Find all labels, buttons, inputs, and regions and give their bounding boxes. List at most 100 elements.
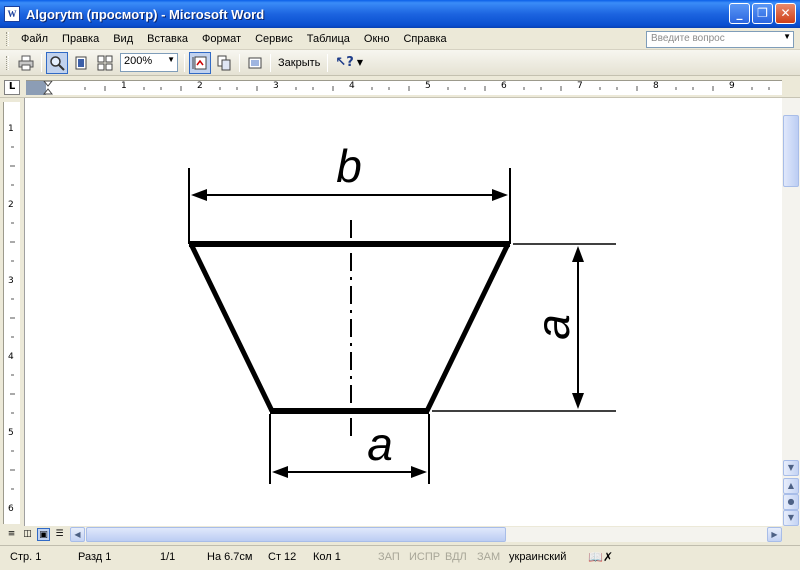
hruler-label: 8	[653, 81, 659, 91]
horizontal-ruler-ticks	[84, 86, 770, 91]
arrowhead	[492, 189, 508, 201]
close-window-button[interactable]: ✕	[775, 3, 796, 24]
print-button[interactable]	[15, 52, 37, 74]
indent-marker-icon[interactable]	[43, 81, 53, 95]
full-screen-icon	[248, 57, 262, 68]
hruler-label: 7	[577, 81, 583, 91]
word-app-icon[interactable]: W	[4, 6, 20, 22]
normal-view-button[interactable]: ≡	[5, 528, 18, 541]
menu-edit[interactable]: Правка	[55, 31, 106, 47]
toolbar-separator	[239, 53, 240, 72]
next-page-button[interactable]: ▼	[783, 510, 799, 526]
hruler-label: 4	[349, 81, 355, 91]
minimize-button[interactable]: _	[729, 3, 750, 24]
menu-window[interactable]: Окно	[357, 31, 397, 47]
multiple-pages-button[interactable]	[94, 52, 116, 74]
status-track-changes[interactable]: ИСПР	[409, 551, 440, 563]
toolbar-separator	[270, 53, 271, 72]
status-position: На 6.7см	[207, 551, 253, 563]
arrowhead	[572, 246, 584, 262]
vertical-scrollbar[interactable]: ▼ ▲ ● ▼	[782, 98, 800, 526]
menu-tools[interactable]: Сервис	[248, 31, 300, 47]
print-layout-button[interactable]: ▣	[37, 528, 50, 541]
status-language[interactable]: украинский	[509, 551, 566, 563]
status-extend-selection[interactable]: ВДЛ	[445, 551, 467, 563]
magnifier-button[interactable]	[46, 51, 68, 74]
hruler-label: 2	[197, 81, 203, 91]
document-page[interactable]: b a a	[24, 98, 782, 526]
status-page: Стр. 1	[10, 551, 42, 563]
horizontal-scroll-row: ≡ ◫ ▣ ☰ ◀ ▶	[0, 526, 800, 543]
toolbar-separator	[327, 53, 329, 72]
shrink-to-fit-button[interactable]	[213, 52, 235, 74]
view-ruler-button[interactable]	[189, 51, 211, 74]
shrink-to-fit-icon	[217, 55, 231, 70]
scroll-right-button[interactable]: ▶	[767, 527, 782, 542]
arrowhead	[572, 393, 584, 409]
scroll-down-button[interactable]: ▼	[783, 460, 799, 476]
select-browse-object-button[interactable]: ●	[783, 494, 799, 510]
arrowhead	[411, 466, 427, 478]
zoom-value: 200%	[124, 55, 153, 67]
vertical-scroll-thumb[interactable]	[783, 115, 799, 187]
status-pages: 1/1	[160, 551, 176, 563]
hruler-label: 1	[121, 81, 127, 91]
menu-file[interactable]: Файл	[14, 31, 55, 47]
scroll-left-button[interactable]: ◀	[70, 527, 85, 542]
menu-insert[interactable]: Вставка	[140, 31, 195, 47]
full-screen-button[interactable]	[244, 52, 266, 74]
help-question-placeholder: Введите вопрос	[651, 33, 725, 44]
label-a-bottom: a	[367, 418, 393, 470]
close-preview-button[interactable]: Закрыть	[274, 57, 324, 69]
toolbar-separator	[41, 53, 42, 72]
hruler-label: 3	[273, 81, 279, 91]
menu-help[interactable]: Справка	[396, 31, 453, 47]
trapezoid-figure: b a a	[188, 140, 616, 484]
context-help-icon[interactable]: ↖?	[335, 55, 353, 70]
tab-selector[interactable]: L	[4, 80, 20, 95]
horizontal-ruler: L 1 2 3 4 5 6 7 8 9	[0, 77, 800, 98]
status-record-macro[interactable]: ЗАП	[378, 551, 400, 563]
window-controls: _ ❐ ✕	[729, 3, 796, 24]
view-ruler-icon	[192, 56, 207, 69]
magnifier-icon	[50, 55, 65, 71]
hruler-label: 5	[425, 81, 431, 91]
window-title: Algorytm (просмотр) - Microsoft Word	[26, 6, 265, 22]
menu-view[interactable]: Вид	[106, 31, 140, 47]
status-section: Разд 1	[78, 551, 112, 563]
spelling-status-icon[interactable]: 📖✗	[588, 550, 613, 564]
horizontal-scrollbar[interactable]: ◀ ▶	[70, 527, 782, 542]
web-layout-button[interactable]: ◫	[21, 528, 34, 541]
horizontal-scroll-thumb[interactable]	[86, 527, 506, 542]
zoom-select[interactable]: 200% ▼	[120, 53, 178, 72]
status-column: Кол 1	[313, 551, 341, 563]
trapezoid-left-side	[188, 242, 275, 413]
arrowhead	[191, 189, 207, 201]
toolbar-grip[interactable]	[6, 55, 9, 70]
vertical-ruler-scale[interactable]: 1 2 3 4 5 6	[3, 102, 20, 524]
vertical-ruler: 1 2 3 4 5 6	[0, 98, 24, 526]
toolbar-options-icon[interactable]: ▼	[357, 58, 363, 67]
hruler-label: 6	[501, 81, 507, 91]
print-preview-toolbar: 200% ▼ Закрыть ↖? ▼	[0, 50, 800, 76]
toolbar-separator	[184, 53, 185, 72]
multiple-pages-icon	[97, 55, 113, 70]
print-icon	[18, 55, 34, 70]
one-page-button[interactable]	[70, 52, 92, 74]
restore-button[interactable]: ❐	[752, 3, 773, 24]
hruler-label: 9	[729, 81, 735, 91]
one-page-icon	[75, 56, 87, 69]
help-question-input[interactable]: Введите вопрос ▼	[646, 31, 794, 48]
outline-view-button[interactable]: ☰	[53, 528, 66, 541]
title-bar: W Algorytm (просмотр) - Microsoft Word _…	[0, 0, 800, 28]
menu-format[interactable]: Формат	[195, 31, 248, 47]
menubar-grip[interactable]	[6, 31, 9, 46]
status-overtype[interactable]: ЗАМ	[477, 551, 500, 563]
arrowhead	[272, 466, 288, 478]
menu-table[interactable]: Таблица	[300, 31, 357, 47]
help-dropdown-icon[interactable]: ▼	[783, 32, 791, 41]
zoom-dropdown-icon[interactable]: ▼	[167, 55, 175, 64]
status-line: Ст 12	[268, 551, 297, 563]
horizontal-ruler-scale[interactable]: 1 2 3 4 5 6 7 8 9	[26, 80, 782, 95]
previous-page-button[interactable]: ▲	[783, 478, 799, 494]
